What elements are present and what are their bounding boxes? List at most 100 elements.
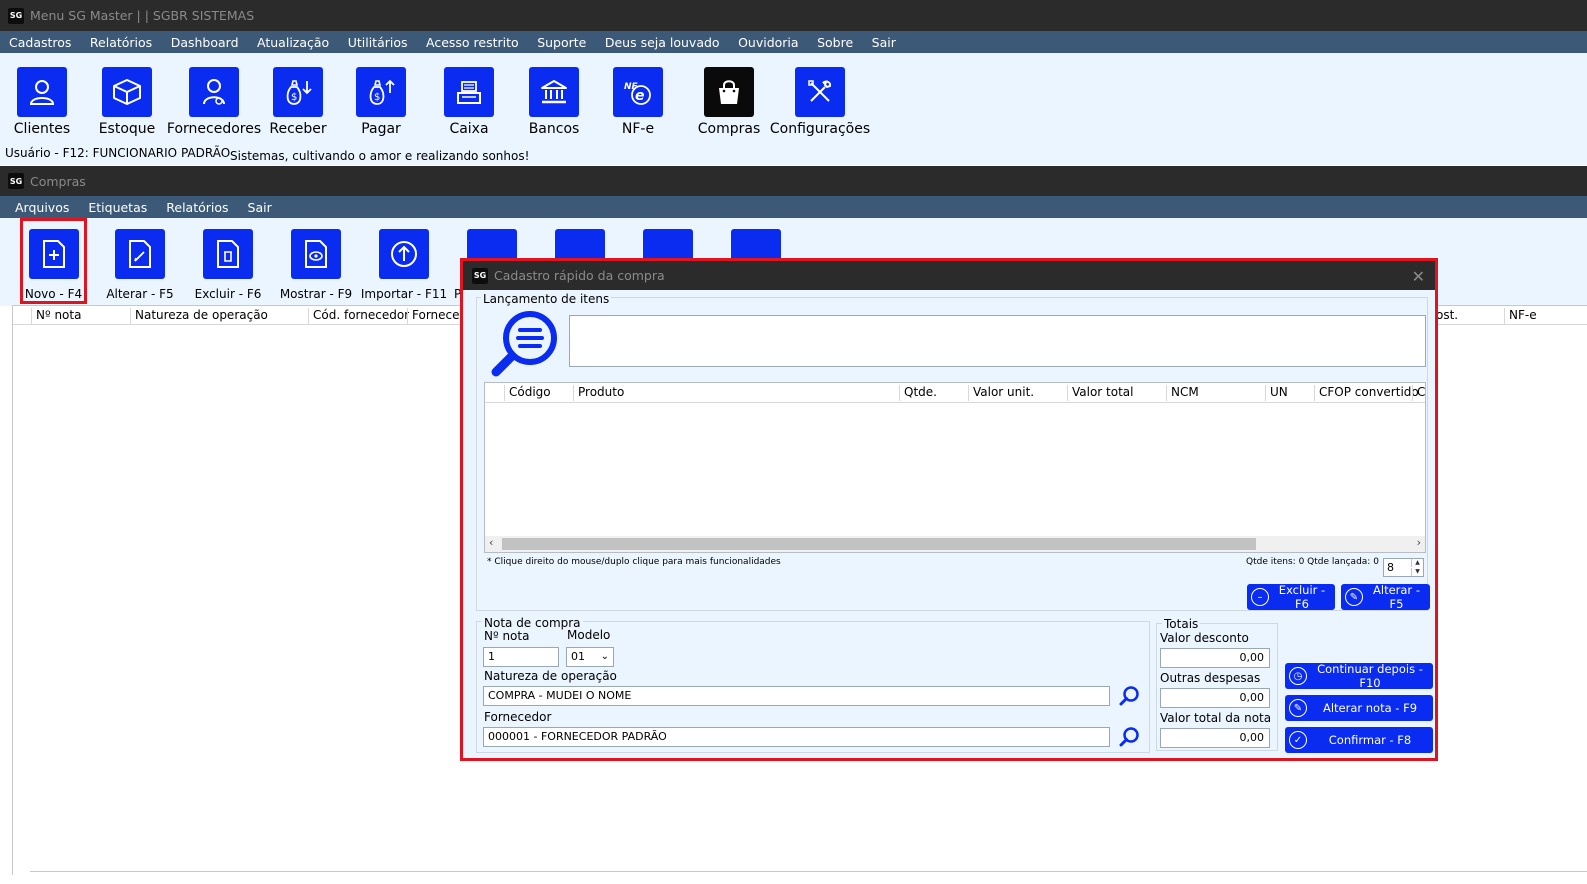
menu-suporte[interactable]: Suporte — [537, 35, 586, 50]
money-in-icon: $ — [273, 67, 323, 117]
supplier-icon — [189, 67, 239, 117]
col-natureza[interactable]: Natureza de operação — [130, 308, 268, 324]
user-icon — [17, 67, 67, 117]
mostrar-button[interactable]: Mostrar - F9 — [272, 229, 360, 301]
compras-title-bar: SG Compras — [0, 166, 1587, 196]
col-cfop[interactable]: CFOP convertido — [1314, 385, 1419, 401]
shopping-bag-icon — [704, 67, 754, 117]
col-produto[interactable]: Produto — [573, 385, 624, 401]
toolbar-caixa-button[interactable]: Caixa — [423, 67, 515, 137]
menu-deus-seja-louvado[interactable]: Deus seja louvado — [605, 35, 720, 50]
grid-bottom-line — [30, 871, 1587, 872]
scroll-left-icon[interactable]: ‹ — [489, 536, 493, 549]
menu-compras-sair[interactable]: Sair — [248, 200, 272, 215]
import-icon — [379, 229, 429, 279]
compras-logo: SG — [8, 173, 24, 189]
total-nota-field[interactable]: 0,00 — [1160, 728, 1270, 748]
scroll-thumb[interactable] — [502, 538, 1256, 550]
excluir-button[interactable]: Excluir - F6 — [184, 229, 272, 301]
dialog-logo: SG — [472, 267, 488, 284]
toolbar-clientes-button[interactable]: Clientes — [0, 67, 88, 137]
edit-document-icon — [115, 229, 165, 279]
pencil-circle-icon: ✎ — [1289, 699, 1307, 717]
menu-sair[interactable]: Sair — [872, 35, 896, 50]
alterar-nota-button[interactable]: ✎ Alterar nota - F9 — [1285, 695, 1433, 721]
confirmar-label: Confirmar - F8 — [1328, 733, 1412, 747]
stepper-up-icon[interactable]: ▲ — [1411, 559, 1423, 567]
menu-dashboard[interactable]: Dashboard — [171, 35, 239, 50]
continuar-depois-button[interactable]: ◷ Continuar depois - F10 — [1285, 662, 1433, 690]
product-search-input[interactable] — [569, 315, 1426, 367]
toolbar-fornecedores-button[interactable]: Fornecedores — [167, 67, 261, 137]
quantity-stepper-value: 8 — [1387, 561, 1394, 574]
fornecedor-field[interactable]: 000001 - FORNECEDOR PADRÃO — [483, 727, 1110, 747]
stepper-down-icon[interactable]: ▼ — [1411, 568, 1423, 576]
scroll-right-icon[interactable]: › — [1417, 536, 1421, 549]
items-grid-header: Código Produto Qtde. Valor unit. Valor t… — [485, 383, 1425, 403]
compras-menu-bar: Arquivos Etiquetas Relatórios Sair — [0, 196, 1587, 218]
items-horizontal-scrollbar[interactable]: ‹ › — [485, 536, 1425, 552]
toolbar-pagar-button[interactable]: $ Pagar — [335, 67, 427, 137]
natureza-field[interactable]: COMPRA - MUDEI O NOME — [483, 686, 1110, 706]
alterar-item-button[interactable]: ✎ Alterar - F5 — [1341, 583, 1430, 611]
toolbar-bancos-button[interactable]: Bancos — [508, 67, 600, 137]
col-qtde[interactable]: Qtde. — [899, 385, 937, 401]
col-ncm[interactable]: NCM — [1166, 385, 1199, 401]
grid-hint-note: * Clique direito do mouse/duplo clique p… — [487, 557, 781, 567]
menu-ouvidoria[interactable]: Ouvidoria — [738, 35, 799, 50]
search-product-icon[interactable] — [488, 308, 560, 383]
alterar-button[interactable]: Alterar - F5 — [96, 229, 184, 301]
menu-atualizacao[interactable]: Atualização — [257, 35, 329, 50]
modelo-select[interactable]: 01 ⌄ — [566, 647, 614, 667]
menu-acesso-restrito[interactable]: Acesso restrito — [426, 35, 519, 50]
col-num-nota[interactable]: Nº nota — [31, 308, 81, 324]
despesas-label: Outras despesas — [1160, 671, 1261, 685]
toolbar-receber-button[interactable]: $ Receber — [252, 67, 344, 137]
grid-left-border — [12, 305, 13, 875]
toolbar-configuracoes-button[interactable]: Configurações — [770, 67, 870, 137]
fornecedor-search-icon[interactable] — [1119, 726, 1141, 751]
continuar-depois-label: Continuar depois - F10 — [1317, 662, 1423, 690]
toolbar-pagar-label: Pagar — [361, 121, 401, 137]
alterar-label: Alterar - F5 — [106, 287, 174, 301]
close-icon[interactable]: ✕ — [1412, 267, 1425, 286]
desconto-label: Valor desconto — [1160, 631, 1249, 645]
nfe-icon: NF e — [613, 67, 663, 117]
col-codigo[interactable]: Código — [504, 385, 551, 401]
menu-sobre[interactable]: Sobre — [817, 35, 853, 50]
col-c[interactable]: C — [1412, 385, 1425, 401]
svg-text:e: e — [635, 88, 645, 104]
menu-utilitarios[interactable]: Utilitários — [348, 35, 408, 50]
mostrar-label: Mostrar - F9 — [279, 287, 353, 301]
toolbar-nfe-button[interactable]: NF e NF-e — [592, 67, 684, 137]
excluir-label: Excluir - F6 — [194, 287, 262, 301]
quantity-stepper[interactable]: 8 ▲ ▼ — [1383, 558, 1424, 577]
menu-compras-relatorios[interactable]: Relatórios — [166, 200, 228, 215]
col-valor-unit[interactable]: Valor unit. — [968, 385, 1034, 401]
confirmar-button[interactable]: ✓ Confirmar - F8 — [1285, 727, 1433, 753]
despesas-field[interactable]: 0,00 — [1160, 688, 1270, 708]
natureza-label: Natureza de operação — [484, 669, 617, 683]
importar-button[interactable]: Importar - F11 — [360, 229, 448, 301]
excluir-item-button[interactable]: – Excluir - F6 — [1247, 583, 1335, 611]
novo-button[interactable]: Novo - F4 — [20, 218, 87, 304]
col-cod-fornecedor[interactable]: Cód. fornecedor — [308, 308, 409, 324]
menu-relatorios[interactable]: Relatórios — [90, 35, 152, 50]
menu-etiquetas[interactable]: Etiquetas — [88, 200, 147, 215]
col-nfe[interactable]: NF-e — [1504, 308, 1537, 324]
toolbar-estoque-label: Estoque — [98, 121, 156, 137]
toolbar-compras-label: Compras — [697, 121, 761, 137]
menu-cadastros[interactable]: Cadastros — [9, 35, 71, 50]
items-grid: Código Produto Qtde. Valor unit. Valor t… — [484, 382, 1426, 553]
modelo-select-value: 01 — [571, 650, 585, 663]
desconto-field[interactable]: 0,00 — [1160, 648, 1270, 668]
col-un[interactable]: UN — [1265, 385, 1288, 401]
toolbar-estoque-button[interactable]: Estoque — [81, 67, 173, 137]
col-valor-total[interactable]: Valor total — [1067, 385, 1134, 401]
menu-arquivos[interactable]: Arquivos — [15, 200, 69, 215]
status-motto: Sistemas, cultivando o amor e realizando… — [230, 149, 530, 163]
natureza-search-icon[interactable] — [1119, 685, 1141, 710]
toolbar-compras-button[interactable]: Compras — [683, 67, 775, 137]
tools-icon — [795, 67, 845, 117]
num-nota-field[interactable]: 1 — [483, 647, 559, 667]
